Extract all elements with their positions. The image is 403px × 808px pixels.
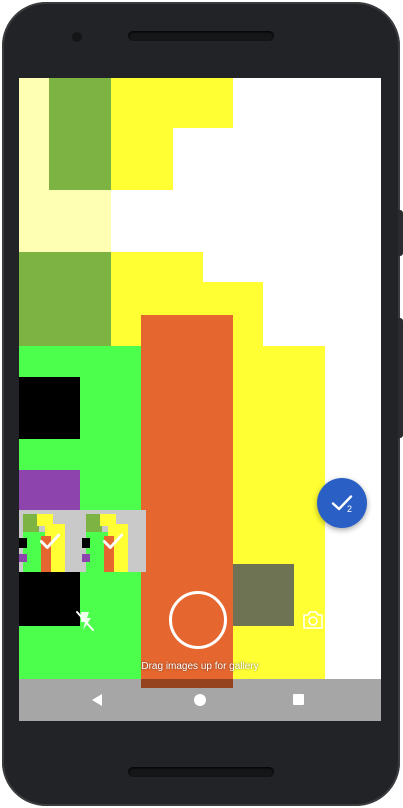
selected-thumbnail[interactable] [19,510,83,572]
switch-camera-icon[interactable] [301,610,325,635]
check-icon [100,528,126,559]
preview-block [49,190,111,252]
shutter-button[interactable] [169,591,227,649]
drag-hint-text: Drag images up for gallery [141,661,259,672]
top-speaker-grille [128,31,274,41]
front-camera-lens [72,32,82,42]
bottom-speaker-grille [128,767,274,777]
home-circle-icon[interactable] [194,694,206,706]
volume-button [398,210,403,256]
power-button [398,318,403,438]
back-triangle-icon[interactable] [91,693,103,712]
preview-block [19,470,80,510]
preview-block [19,377,80,439]
recents-square-icon[interactable] [293,694,304,705]
confirm-selection-button[interactable]: 2 [317,478,367,528]
selected-count: 2 [347,504,353,514]
preview-block [49,78,111,190]
check-icon [37,528,63,559]
flash-off-icon[interactable] [75,610,95,637]
preview-block [19,572,80,626]
system-navigation-bar [19,679,381,721]
preview-block [111,128,173,190]
preview-block [233,564,294,626]
preview-block [19,252,111,346]
preview-block [111,78,233,128]
camera-viewfinder[interactable]: 2 Drag images up for gallery [19,78,381,721]
preview-block [111,252,203,282]
selected-thumbnail[interactable] [82,510,146,572]
